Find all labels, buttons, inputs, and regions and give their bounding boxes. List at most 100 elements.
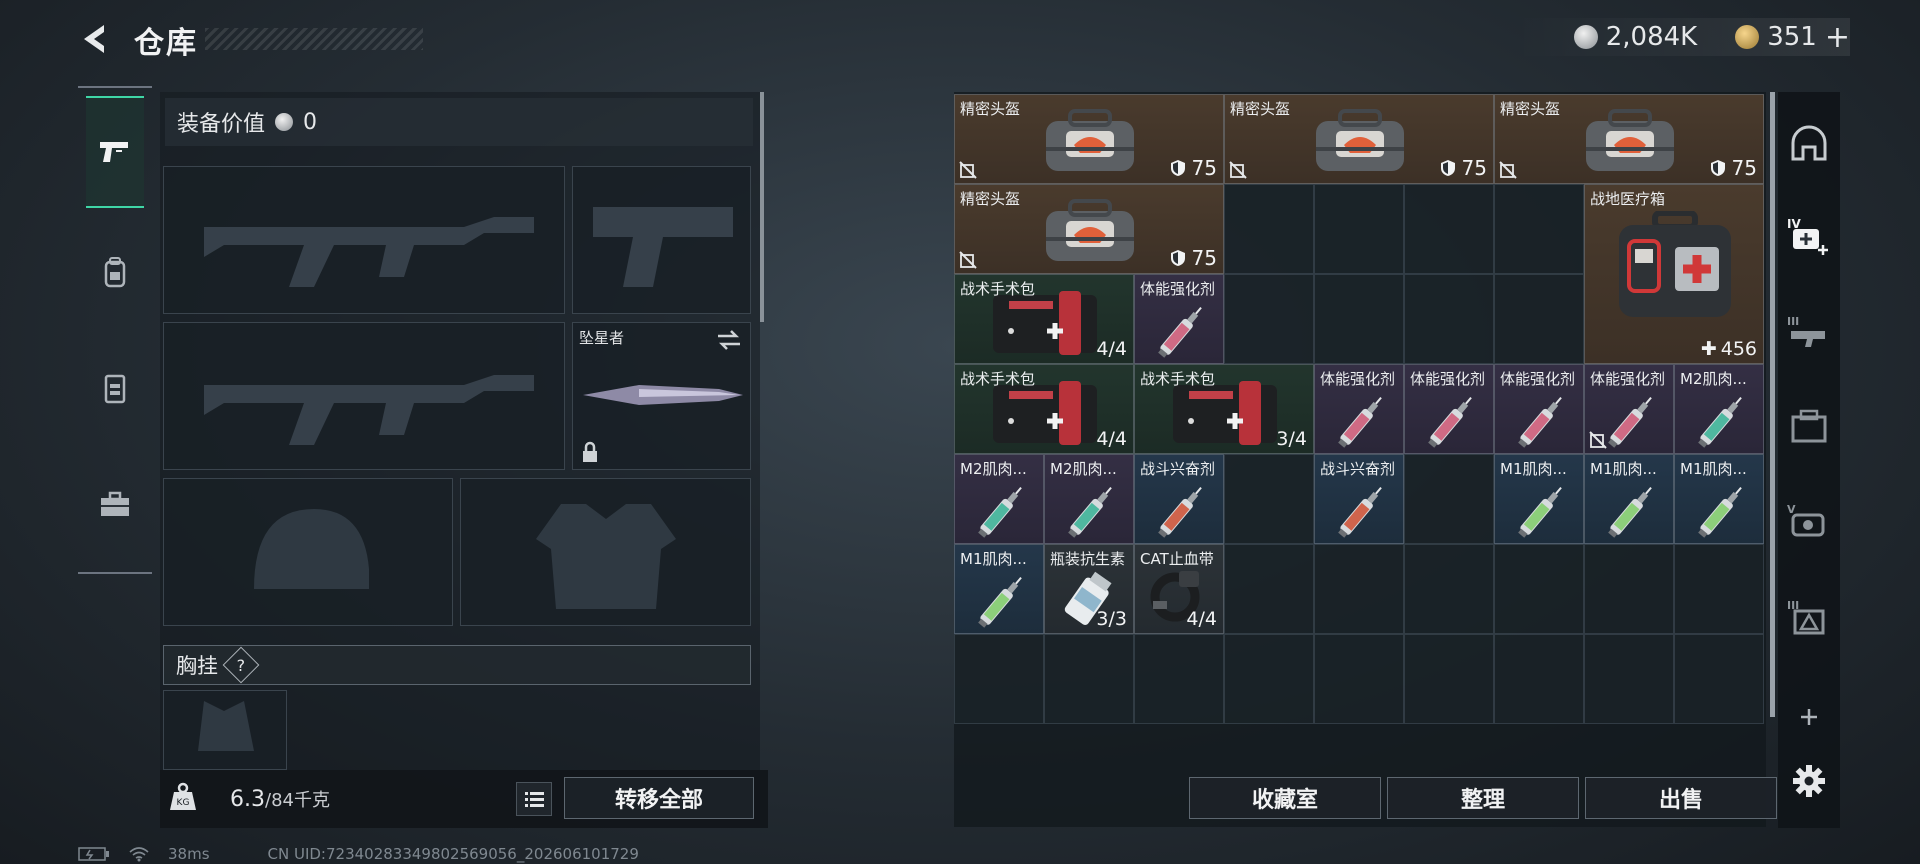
storage-item[interactable]: M1肌肉...: [954, 544, 1044, 634]
storage-empty-cell[interactable]: [1584, 544, 1674, 634]
item-name: M1肌肉...: [960, 550, 1027, 568]
wifi-icon: [129, 847, 149, 862]
melee-slot[interactable]: 坠星者: [572, 322, 751, 470]
syringe-icon: [1338, 487, 1382, 538]
tab-container-2[interactable]: IV: [1786, 214, 1832, 260]
storage-empty-cell[interactable]: [1494, 634, 1584, 724]
storage-empty-cell[interactable]: [1224, 454, 1314, 544]
storage-item[interactable]: 体能强化剂: [1314, 364, 1404, 454]
swap-icon[interactable]: [716, 329, 742, 351]
plus-icon: ✚: [1700, 338, 1717, 360]
storage-empty-cell[interactable]: [954, 634, 1044, 724]
storage-item[interactable]: 精密头盔 75: [954, 184, 1224, 274]
storage-empty-cell[interactable]: [1224, 184, 1314, 274]
sell-button[interactable]: 出售: [1585, 777, 1777, 819]
storage-item[interactable]: 体能强化剂: [1404, 364, 1494, 454]
storage-item[interactable]: M1肌肉...: [1494, 454, 1584, 544]
tab-container-1[interactable]: [1786, 120, 1832, 166]
chest-rig-slot[interactable]: [163, 690, 287, 770]
storage-item[interactable]: 战术手术包 3/4: [1134, 364, 1314, 454]
settings-button[interactable]: [1786, 758, 1832, 804]
storage-empty-cell[interactable]: [1494, 184, 1584, 274]
storage-item[interactable]: 精密头盔 75: [954, 94, 1224, 184]
storage-item[interactable]: 战术手术包 4/4: [954, 274, 1134, 364]
toolbox-icon: [101, 491, 129, 516]
storage-item[interactable]: 战术手术包 4/4: [954, 364, 1134, 454]
item-name: 精密头盔: [960, 100, 1021, 118]
storage-empty-cell[interactable]: [1404, 634, 1494, 724]
storage-empty-cell[interactable]: [1224, 634, 1314, 724]
storage-item[interactable]: 体能强化剂: [1134, 274, 1224, 364]
backpack-icon: [104, 257, 126, 288]
storage-empty-cell[interactable]: [1044, 634, 1134, 724]
tab-case[interactable]: [86, 450, 144, 558]
storage-empty-cell[interactable]: [1404, 184, 1494, 274]
storage-item[interactable]: M2肌肉...: [954, 454, 1044, 544]
storage-empty-cell[interactable]: [1404, 274, 1494, 364]
syringe-icon: [978, 577, 1022, 628]
tab-vest[interactable]: [86, 334, 144, 442]
storage-empty-cell[interactable]: [1224, 274, 1314, 364]
storage-item[interactable]: 战斗兴奋剂: [1314, 454, 1404, 544]
v-armor-icon: V: [1787, 503, 1825, 537]
storage-item[interactable]: M1肌肉...: [1674, 454, 1764, 544]
tab-container-3[interactable]: III: [1786, 310, 1832, 356]
item-name: 战术手术包: [1140, 370, 1216, 388]
no-insurance-icon: [1589, 431, 1607, 449]
storage-item[interactable]: M2肌肉...: [1674, 364, 1764, 454]
collection-room-button[interactable]: 收藏室: [1189, 777, 1381, 819]
storage-empty-cell[interactable]: [1134, 634, 1224, 724]
item-name: 体能强化剂: [1590, 370, 1666, 388]
item-name: 体能强化剂: [1320, 370, 1396, 388]
armor-slot[interactable]: [460, 478, 751, 626]
storage-empty-cell[interactable]: [1314, 544, 1404, 634]
help-button[interactable]: ?: [222, 646, 260, 684]
add-currency-button[interactable]: +: [1825, 20, 1850, 55]
primary-weapon-slot[interactable]: [163, 166, 565, 314]
storage-item[interactable]: M2肌肉...: [1044, 454, 1134, 544]
storage-empty-cell[interactable]: [1314, 274, 1404, 364]
storage-item[interactable]: M1肌肉...: [1584, 454, 1674, 544]
storage-scrollbar[interactable]: [1770, 92, 1775, 717]
storage-empty-cell[interactable]: [1314, 184, 1404, 274]
sort-button[interactable]: 整理: [1387, 777, 1579, 819]
storage-empty-cell[interactable]: [1584, 634, 1674, 724]
storage-empty-cell[interactable]: [1494, 544, 1584, 634]
storage-item[interactable]: 体能强化剂: [1584, 364, 1674, 454]
storage-item[interactable]: 精密头盔 75: [1224, 94, 1494, 184]
storage-item[interactable]: CAT止血带 4/4: [1134, 544, 1224, 634]
storage-empty-cell[interactable]: [1674, 544, 1764, 634]
tab-container-4[interactable]: [1786, 404, 1832, 450]
storage-item[interactable]: 体能强化剂: [1494, 364, 1584, 454]
battery-icon: [78, 847, 109, 861]
item-durability: 75: [1170, 156, 1217, 180]
storage-empty-cell[interactable]: [1224, 544, 1314, 634]
equipment-scrollbar[interactable]: [760, 92, 764, 322]
tab-weapons[interactable]: [86, 96, 144, 208]
tab-container-5[interactable]: V: [1786, 498, 1832, 544]
storage-empty-cell[interactable]: [1404, 544, 1494, 634]
storage-item[interactable]: 战地医疗箱 ✚ 456: [1584, 184, 1764, 364]
item-name: 体能强化剂: [1410, 370, 1486, 388]
storage-empty-cell[interactable]: [1494, 274, 1584, 364]
equipment-value-amount: 0: [303, 109, 318, 135]
weight-readout: 6.3/84千克: [230, 786, 330, 812]
list-view-button[interactable]: [516, 782, 552, 816]
tab-container-6[interactable]: III: [1786, 594, 1832, 640]
storage-item[interactable]: 瓶装抗生素 3/3: [1044, 544, 1134, 634]
add-container-button[interactable]: [1786, 694, 1832, 740]
melee-name: 坠星者: [579, 329, 625, 347]
helmet-slot[interactable]: [163, 478, 453, 626]
storage-item[interactable]: 精密头盔 75: [1494, 94, 1764, 184]
storage-empty-cell[interactable]: [1404, 454, 1494, 544]
tab-backpack[interactable]: [86, 218, 144, 326]
back-arrow-icon[interactable]: [78, 22, 112, 56]
primary-weapon-slot-2[interactable]: [163, 322, 565, 470]
storage-item[interactable]: 战斗兴奋剂: [1134, 454, 1224, 544]
transfer-all-button[interactable]: 转移全部: [564, 777, 754, 819]
secondary-weapon-slot[interactable]: [572, 166, 751, 314]
storage-empty-cell[interactable]: [1314, 634, 1404, 724]
item-name: M1肌肉...: [1500, 460, 1567, 478]
storage-empty-cell[interactable]: [1674, 634, 1764, 724]
item-count: 3/4: [1276, 428, 1307, 450]
